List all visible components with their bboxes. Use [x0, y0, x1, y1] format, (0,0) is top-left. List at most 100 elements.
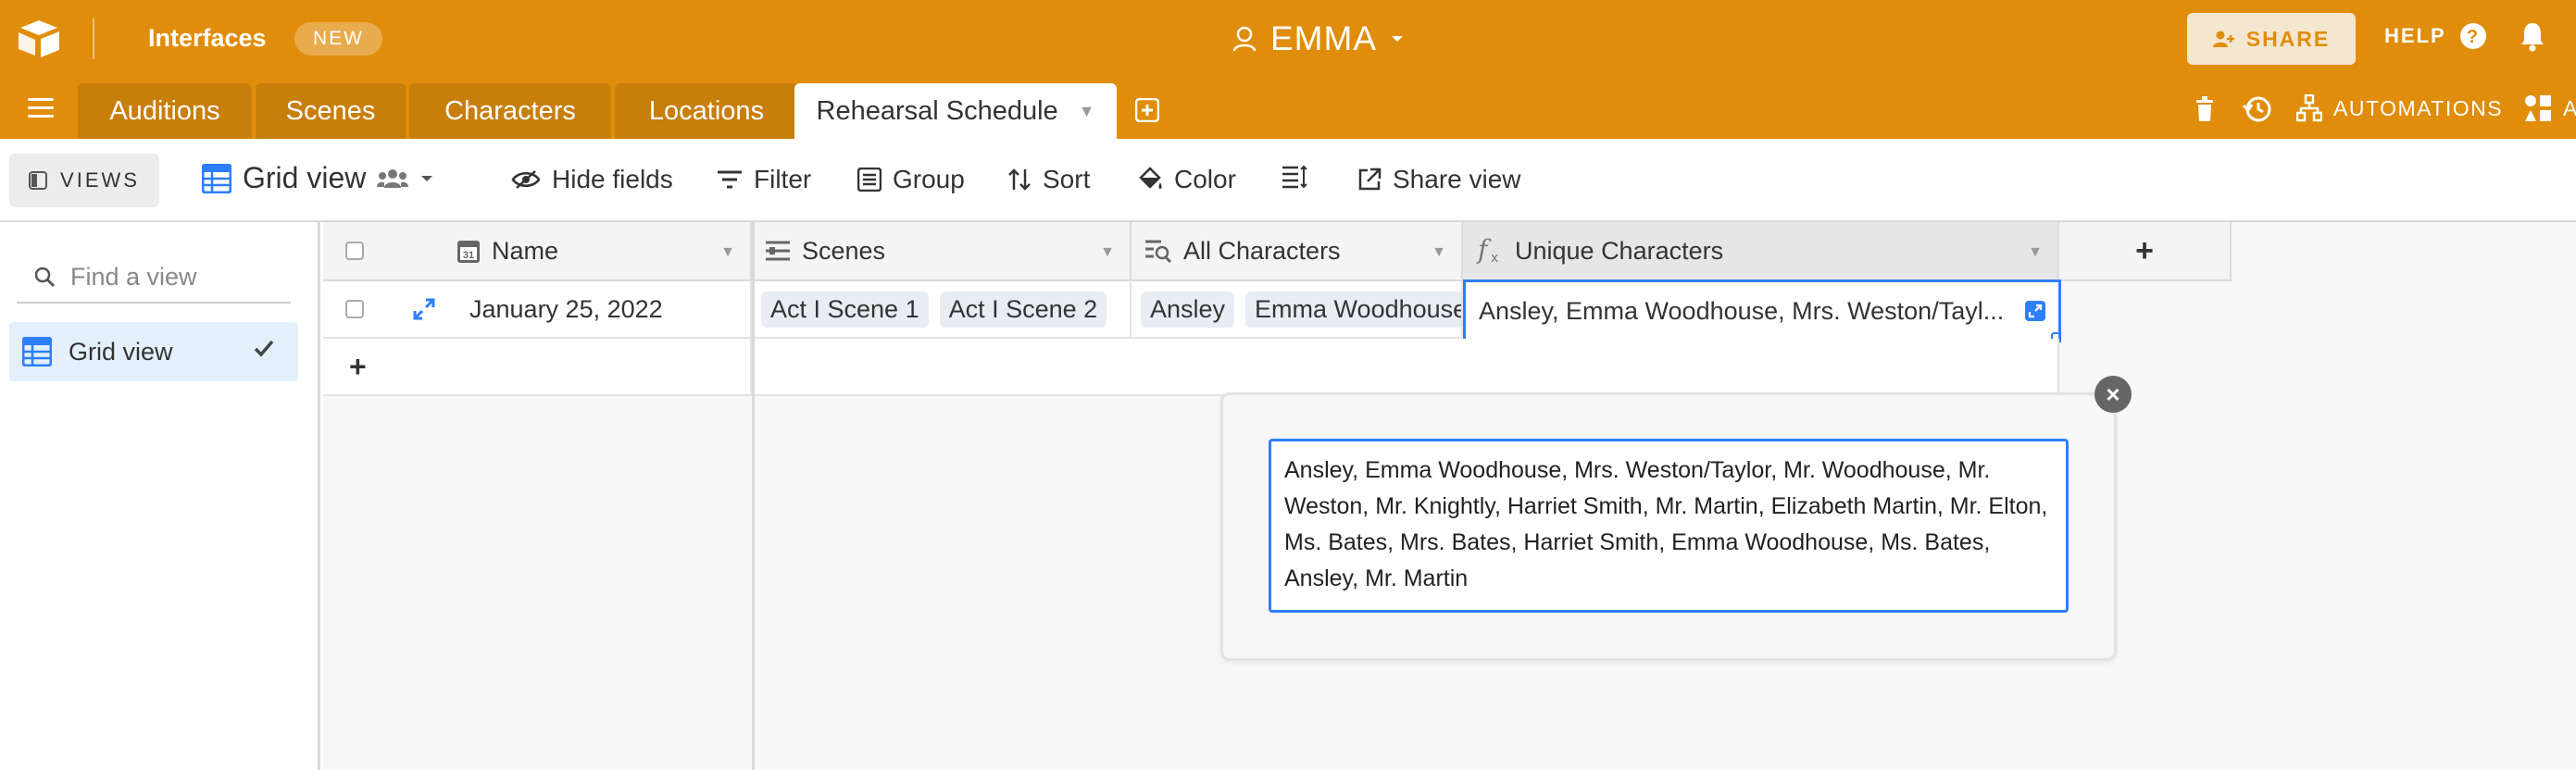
filter-label: Filter [754, 165, 812, 193]
views-label: VIEWS [60, 168, 140, 192]
question-circle-icon: ? [2459, 23, 2486, 49]
chevron-down-icon[interactable]: ▼ [1079, 102, 1095, 121]
share-view-button[interactable]: Share view [1357, 165, 1521, 194]
column-header-label: Unique Characters [1515, 236, 1724, 265]
chevron-down-icon[interactable]: ▼ [1432, 244, 1446, 261]
cell-scenes[interactable]: Act I Scene 1 Act I Scene 2 [752, 281, 1132, 339]
find-view-field[interactable]: Find a view [17, 252, 291, 304]
hide-eye-icon [511, 170, 541, 189]
column-header-all-characters[interactable]: All Characters ▼ [1132, 222, 1463, 281]
svg-text:f: f [1476, 236, 1492, 265]
automations-button[interactable]: AUTOMATIONS [2296, 94, 2503, 122]
tab-label: Locations [648, 95, 765, 126]
tab-characters[interactable]: Characters [409, 83, 611, 139]
base-title[interactable]: EMMA [1232, 19, 1405, 59]
interfaces-link[interactable]: Interfaces [148, 24, 267, 53]
sidebar-item-label: Grid view [69, 337, 173, 366]
view-bar: VIEWS Grid view Hide fields Filter Group… [0, 139, 2576, 222]
bell-icon[interactable] [2519, 20, 2546, 52]
linked-record-chip[interactable]: Act I Scene 2 [939, 291, 1107, 328]
svg-text:?: ? [2467, 27, 2480, 47]
add-record-row[interactable] [752, 339, 2059, 396]
view-name: Grid view [243, 161, 367, 194]
chevron-down-icon [421, 175, 433, 181]
tab-label: Auditions [109, 95, 220, 126]
calendar-icon: 31 [457, 241, 480, 263]
filter-button[interactable]: Filter [717, 165, 811, 194]
logo-divider [93, 19, 94, 59]
menu-icon[interactable] [28, 98, 54, 120]
column-header-scenes[interactable]: Scenes ▼ [752, 222, 1132, 281]
add-field-button[interactable]: + [2059, 222, 2232, 281]
linked-record-chip[interactable]: Act I Scene 1 [761, 291, 929, 328]
row-height-button[interactable] [1282, 165, 1307, 189]
grid-view-icon [202, 163, 231, 193]
table-row[interactable]: January 25, 2022 [323, 281, 752, 339]
view-switcher[interactable]: Grid view [202, 161, 434, 195]
share-label: SHARE [2245, 26, 2331, 51]
color-button[interactable]: Color [1137, 165, 1236, 194]
automations-label: AUTOMATIONS [2333, 95, 2504, 120]
chevron-down-icon [1392, 36, 1403, 42]
tab-label: Scenes [285, 95, 376, 126]
lookup-chip: Emma Woodhouse [1245, 291, 1461, 328]
chevron-down-icon[interactable]: ▼ [2028, 244, 2043, 261]
formula-icon: f x [1476, 236, 1498, 266]
add-field-label: + [2135, 232, 2154, 268]
expand-cell-icon[interactable] [2025, 301, 2045, 321]
svg-text:31: 31 [463, 250, 474, 261]
grid-view-icon [22, 337, 52, 366]
column-header-label: All Characters [1183, 236, 1341, 265]
lookup-icon [1145, 240, 1172, 263]
help-label: HELP [2384, 24, 2446, 47]
user-icon [1232, 26, 1257, 52]
cell-text: Ansley, Emma Woodhouse, Mrs. Weston/Tayl… [1479, 296, 2005, 325]
close-icon[interactable]: × [2095, 376, 2132, 413]
add-row-label: + [349, 349, 367, 383]
column-header-name[interactable]: Name [492, 237, 558, 266]
tab-rehearsal-schedule[interactable]: Rehearsal Schedule ▼ [794, 83, 1117, 139]
help-button[interactable]: HELP ? [2384, 22, 2487, 50]
close-label: × [2106, 379, 2120, 408]
expanded-cell-text[interactable]: Ansley, Emma Woodhouse, Mrs. Weston/Tayl… [1269, 439, 2069, 613]
sidebar-item-grid-view[interactable]: Grid view [9, 322, 298, 381]
table-tab-bar: Auditions Scenes Characters Locations Re… [0, 78, 2576, 139]
add-record-button[interactable]: + [323, 339, 752, 396]
apps-button[interactable]: A [2524, 94, 2576, 122]
sort-button[interactable]: Sort [1007, 165, 1090, 194]
tab-scenes[interactable]: Scenes [256, 83, 406, 139]
tab-auditions[interactable]: Auditions [78, 83, 252, 139]
cell-unique-characters[interactable]: Ansley, Emma Woodhouse, Mrs. Weston/Tayl… [1463, 279, 2061, 342]
share-users-icon [2212, 31, 2234, 47]
apps-icon [2525, 95, 2551, 121]
trash-icon[interactable] [2195, 96, 2215, 122]
automations-icon [2296, 94, 2322, 122]
chevron-down-icon[interactable]: ▼ [720, 244, 735, 261]
cell-all-characters[interactable]: Ansley Emma Woodhouse [1132, 281, 1463, 339]
views-toggle-button[interactable]: VIEWS [9, 154, 159, 207]
column-header-unique-characters[interactable]: f x Unique Characters ▼ [1463, 222, 2059, 281]
row-checkbox[interactable] [345, 300, 364, 318]
lookup-chip: Ansley [1141, 291, 1235, 328]
hide-fields-button[interactable]: Hide fields [511, 165, 673, 194]
row-height-icon [1282, 165, 1307, 189]
tab-label: Rehearsal Schedule [816, 95, 1058, 126]
expand-record-icon[interactable] [412, 297, 436, 321]
tab-label: Characters [444, 95, 576, 126]
top-bar: Interfaces NEW EMMA SHARE HELP ? [0, 0, 2576, 78]
share-button[interactable]: SHARE [2187, 13, 2356, 65]
select-all-checkbox[interactable] [345, 242, 364, 260]
paint-bucket-icon [1139, 167, 1162, 189]
add-table-icon[interactable] [1135, 98, 1159, 122]
search-icon [34, 267, 56, 288]
tab-locations[interactable]: Locations [615, 83, 798, 139]
chevron-down-icon[interactable]: ▼ [1100, 244, 1115, 261]
group-button[interactable]: Group [857, 165, 965, 194]
group-icon [857, 168, 882, 192]
linked-record-icon [766, 241, 790, 261]
history-icon[interactable] [2243, 94, 2272, 124]
sidebar-toggle-icon [29, 171, 48, 190]
external-link-icon [1358, 168, 1382, 191]
airtable-logo-icon[interactable] [17, 19, 61, 57]
collaborative-view-icon [377, 168, 409, 188]
